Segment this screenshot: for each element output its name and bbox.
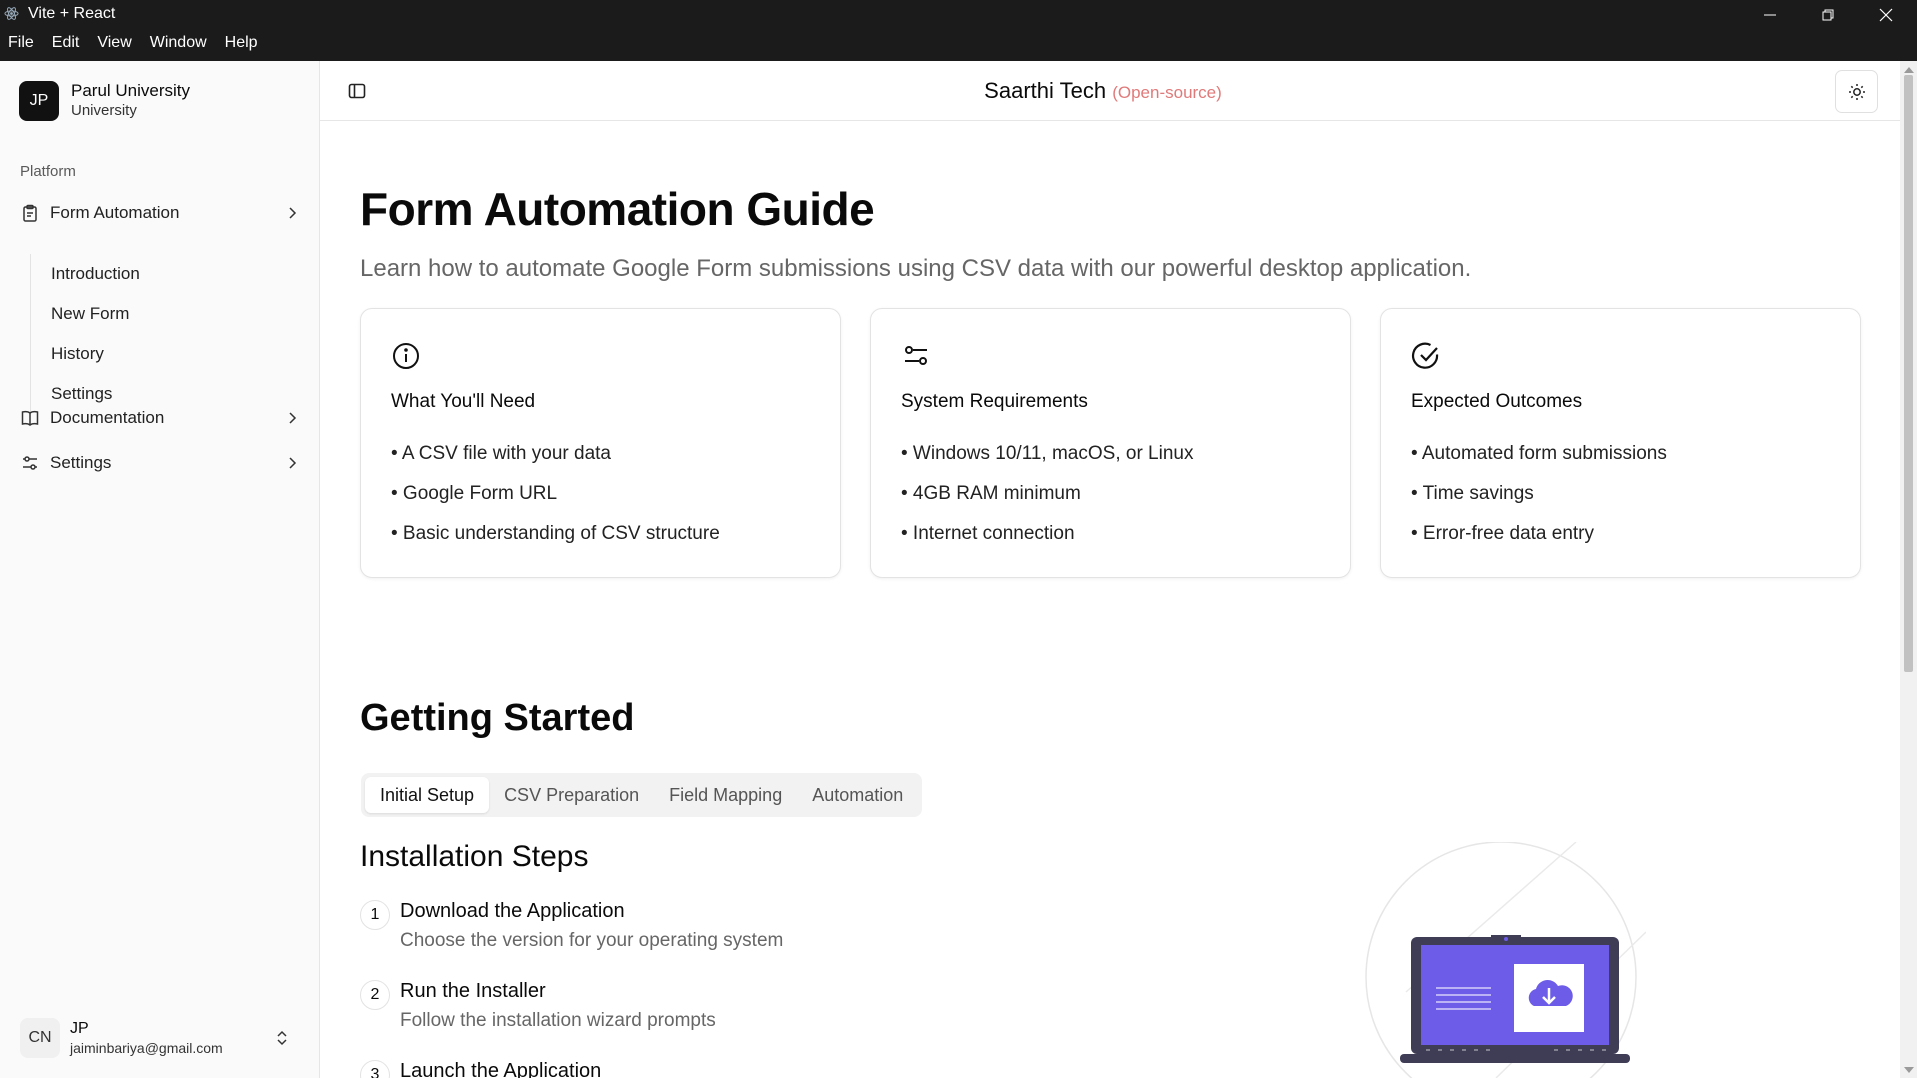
sun-icon	[1848, 83, 1865, 100]
step-number: 1	[360, 900, 390, 930]
list-item: • Google Form URL	[391, 483, 558, 504]
sidebar: JP Parul University University Platform …	[0, 61, 320, 1078]
list-item: • 4GB RAM minimum	[901, 483, 1081, 504]
tab-csv-preparation[interactable]: CSV Preparation	[489, 777, 654, 813]
info-icon	[393, 343, 419, 369]
minimize-icon	[1764, 14, 1776, 16]
step-item: 3 Launch the Application	[360, 1058, 960, 1078]
step-title: Launch the Application	[400, 1060, 602, 1078]
sidebar-item-form-automation[interactable]: Form Automation	[20, 197, 300, 229]
list-item: • Internet connection	[901, 523, 1075, 544]
scroll-down-arrow[interactable]	[1904, 1067, 1914, 1073]
org-switcher[interactable]: JP Parul University University	[19, 81, 190, 121]
close-button[interactable]	[1858, 0, 1914, 30]
sidebar-subitem-history[interactable]: History	[31, 334, 280, 374]
org-avatar: JP	[19, 81, 59, 121]
chevron-right-icon	[289, 207, 297, 219]
step-description: Choose the version for your operating sy…	[400, 930, 784, 951]
list-item: • Automated form submissions	[1411, 443, 1667, 464]
react-logo-icon	[4, 7, 19, 20]
chevron-right-icon	[289, 457, 297, 469]
menu-file[interactable]: File	[8, 34, 34, 52]
open-source-tag: (Open-source)	[1112, 83, 1222, 102]
step-title: Download the Application	[400, 900, 625, 922]
installation-steps-title: Installation Steps	[360, 840, 589, 873]
sidebar-item-label: Documentation	[50, 408, 165, 427]
tab-field-mapping[interactable]: Field Mapping	[654, 777, 797, 813]
scroll-thumb[interactable]	[1904, 75, 1913, 672]
sidebar-subitem-introduction[interactable]: Introduction	[31, 254, 280, 294]
list-item: • A CSV file with your data	[391, 443, 611, 464]
sliders-icon	[20, 453, 40, 473]
step-item: 1 Download the Application Choose the ve…	[360, 898, 960, 968]
scroll-up-arrow[interactable]	[1904, 67, 1914, 73]
org-name: Parul University	[71, 81, 191, 100]
sidebar-subnav: Introduction New Form History Settings	[30, 254, 280, 414]
window-titlebar: Vite + React File Edit View Window Help	[0, 0, 1917, 61]
card-expected-outcomes: Expected Outcomes • Automated form submi…	[1380, 308, 1861, 578]
card-title: System Requirements	[901, 391, 1088, 412]
tab-automation[interactable]: Automation	[797, 777, 918, 813]
guide-tabs: Initial Setup CSV Preparation Field Mapp…	[361, 773, 923, 817]
card-what-you-need: What You'll Need • A CSV file with your …	[360, 308, 841, 578]
card-title: What You'll Need	[391, 391, 536, 412]
user-email: jaiminbariya@gmail.com	[70, 1040, 223, 1056]
restore-icon	[1822, 9, 1834, 21]
list-item: • Error-free data entry	[1411, 523, 1594, 544]
chevron-right-icon	[289, 412, 297, 424]
menu-bar: File Edit View Window Help	[8, 34, 258, 52]
vertical-scrollbar[interactable]	[1900, 61, 1917, 1078]
step-title: Run the Installer	[400, 980, 546, 1002]
download-illustration	[1365, 842, 1646, 1078]
page-title: Form Automation Guide	[360, 183, 875, 235]
list-item: • Time savings	[1411, 483, 1534, 504]
main-content: Form Automation Guide Learn how to autom…	[321, 122, 1900, 1078]
org-type: University	[71, 102, 137, 119]
sidebar-item-documentation[interactable]: Documentation	[20, 402, 300, 434]
card-title: Expected Outcomes	[1411, 391, 1583, 412]
card-system-requirements: System Requirements • Windows 10/11, mac…	[870, 308, 1351, 578]
menu-help[interactable]: Help	[225, 34, 258, 52]
sliders-icon	[905, 346, 927, 365]
header-title: Saarthi Tech (Open-source)	[320, 78, 1886, 104]
sidebar-item-settings[interactable]: Settings	[20, 447, 300, 479]
top-header: Saarthi Tech (Open-source)	[320, 61, 1900, 121]
check-circle-icon	[1412, 342, 1439, 369]
user-menu[interactable]: CN JP jaiminbariya@gmail.com	[20, 1013, 300, 1063]
step-description: Follow the installation wizard prompts	[400, 1010, 716, 1031]
sidebar-item-label: Settings	[50, 453, 112, 472]
restore-button[interactable]	[1800, 0, 1856, 30]
minimize-button[interactable]	[1742, 0, 1798, 30]
user-name: JP	[70, 1020, 89, 1037]
window-title: Vite + React	[28, 5, 116, 22]
list-item: • Windows 10/11, macOS, or Linux	[901, 443, 1194, 464]
menu-view[interactable]: View	[97, 34, 131, 52]
app-name: Saarthi Tech	[984, 78, 1107, 103]
card-list: • Automated form submissions • Time savi…	[1411, 439, 1667, 559]
sidebar-subitem-new-form[interactable]: New Form	[31, 294, 280, 334]
clipboard-icon	[20, 203, 40, 223]
chevrons-up-down-icon	[277, 1030, 287, 1046]
step-number: 3	[360, 1060, 390, 1078]
card-list: • A CSV file with your data • Google For…	[391, 439, 720, 559]
section-label-platform: Platform	[20, 163, 76, 180]
avatar: CN	[20, 1018, 60, 1058]
close-icon	[1879, 8, 1893, 22]
sidebar-item-label: Form Automation	[50, 203, 180, 222]
step-item: 2 Run the Installer Follow the installat…	[360, 978, 960, 1048]
section-title-getting-started: Getting Started	[360, 697, 635, 739]
list-item: • Basic understanding of CSV structure	[391, 523, 720, 544]
menu-window[interactable]: Window	[150, 34, 207, 52]
book-icon	[20, 408, 40, 428]
page-subtitle: Learn how to automate Google Form submis…	[360, 255, 1472, 282]
theme-toggle-button[interactable]	[1835, 70, 1878, 113]
card-list: • Windows 10/11, macOS, or Linux • 4GB R…	[901, 439, 1193, 559]
step-number: 2	[360, 980, 390, 1010]
tab-initial-setup[interactable]: Initial Setup	[365, 777, 490, 813]
menu-edit[interactable]: Edit	[52, 34, 80, 52]
